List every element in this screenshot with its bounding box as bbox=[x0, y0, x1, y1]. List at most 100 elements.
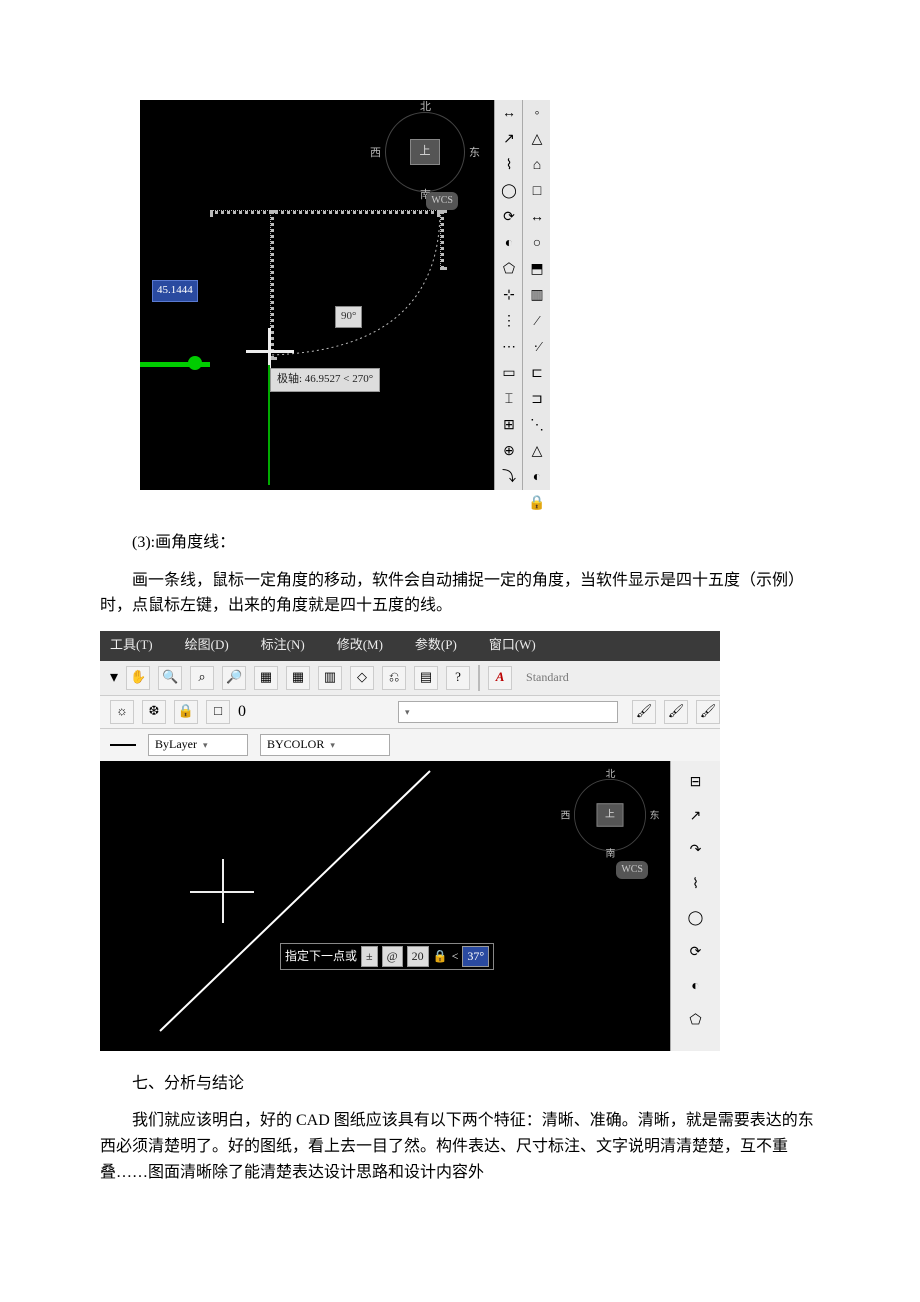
tool-icon-b3[interactable]: ⌂ bbox=[525, 154, 549, 178]
view-compass: 北 南 西 东 上 bbox=[385, 112, 465, 192]
brush1-icon[interactable]: 🖌 bbox=[632, 700, 656, 724]
menu-modify[interactable]: 修改(M) bbox=[337, 635, 383, 656]
dyn-angle[interactable]: 37° bbox=[462, 946, 489, 967]
dynamic-input[interactable]: 指定下一点或 ± @ 20 🔒 < 37° bbox=[280, 943, 494, 970]
undo-icon[interactable]: ⎌ bbox=[382, 666, 406, 690]
tool-icon-b7[interactable]: ⬒ bbox=[525, 258, 549, 282]
tool-icon-a1[interactable]: ↔ bbox=[497, 102, 521, 126]
dyn-length[interactable]: 20 bbox=[407, 946, 429, 967]
toolbar-dropdown-caret-icon[interactable]: ▾ bbox=[110, 665, 118, 691]
rtool-7[interactable]: ◐ bbox=[684, 975, 708, 999]
step-3-description: 画一条线，鼠标一定角度的移动，软件会自动捕捉一定的角度，当软件显示是四十五度（示… bbox=[100, 568, 820, 619]
dotted-arc bbox=[270, 210, 450, 360]
dyn-at-symbol: @ bbox=[382, 946, 403, 967]
dynamic-prompt: 指定下一点或 bbox=[285, 947, 357, 966]
rtool-2[interactable]: ↗ bbox=[684, 805, 708, 829]
polar-readout: 极轴: 46.9527 < 270° bbox=[270, 368, 380, 392]
chevron-down-icon: ▾ bbox=[405, 705, 410, 719]
zoom-window-icon[interactable]: ⌕ bbox=[190, 666, 214, 690]
bylayer-value: ByLayer bbox=[155, 735, 197, 754]
drawing-canvas[interactable]: 北 南 西 东 上 WCS 指定下一点或 ± @ 20 🔒 < 37° bbox=[100, 761, 670, 1051]
tool-icon-b5[interactable]: ↔ bbox=[525, 206, 549, 230]
bylayer-dropdown[interactable]: ByLayer ▾ bbox=[148, 734, 248, 756]
tool-icon-b9[interactable]: ⁄ bbox=[525, 310, 549, 334]
tool-icon-b12[interactable]: ⊐ bbox=[525, 388, 549, 412]
tool-icon-a2[interactable]: ↗ bbox=[497, 128, 521, 152]
toolbar-col-2: ◦ △ ⌂ □ ↔ ○ ⬒ ▥ ⁄ ·⁄ ⊏ ⊐ ⋱ △ ◐ 🔒 bbox=[522, 100, 550, 490]
tool-icon-a14[interactable]: ⊕ bbox=[497, 440, 521, 464]
step-3-label: (3):画角度线： bbox=[100, 530, 820, 556]
rtool-3[interactable]: ↷ bbox=[684, 839, 708, 863]
diamond-icon[interactable]: ◇ bbox=[350, 666, 374, 690]
grid-icon[interactable]: ▦ bbox=[254, 666, 278, 690]
tool-icon-b15[interactable]: ◐ bbox=[525, 466, 549, 490]
wcs-label: WCS bbox=[426, 192, 458, 210]
tool-icon-a12[interactable]: ⌶ bbox=[497, 388, 521, 412]
dyn-icon1: ± bbox=[361, 946, 378, 967]
chevron-down-icon: ▾ bbox=[330, 738, 335, 752]
rtool-6[interactable]: ⟳ bbox=[684, 941, 708, 965]
layer-dropdown[interactable]: ▾ bbox=[398, 701, 618, 723]
dimension-value[interactable]: 45.1444 bbox=[152, 280, 198, 302]
tool-icon-a4[interactable]: ◯ bbox=[497, 180, 521, 204]
tool-icon-b1[interactable]: ◦ bbox=[525, 102, 549, 126]
layer-freeze-icon[interactable]: ❆ bbox=[142, 700, 166, 724]
compass-west: 西 bbox=[370, 145, 381, 163]
tool-icon-a15[interactable]: ⤵ bbox=[497, 466, 521, 490]
grid2-icon[interactable]: ▦ bbox=[286, 666, 310, 690]
brush3-icon[interactable]: 🖌 bbox=[696, 700, 720, 724]
tool-icon-a3[interactable]: ⌇ bbox=[497, 154, 521, 178]
layer-color-icon[interactable]: □ bbox=[206, 700, 230, 724]
tool-icon-a7[interactable]: ⬠ bbox=[497, 258, 521, 282]
tool-icon-a8[interactable]: ⊹ bbox=[497, 284, 521, 308]
compass-top-button[interactable]: 上 bbox=[410, 139, 440, 165]
tool-icon-a9[interactable]: ⋮ bbox=[497, 310, 521, 334]
brush2-icon[interactable]: 🖌 bbox=[664, 700, 688, 724]
layer-sun-icon[interactable]: ☼ bbox=[110, 700, 134, 724]
table-icon[interactable]: ▤ bbox=[414, 666, 438, 690]
tool-icon-b6[interactable]: ○ bbox=[525, 232, 549, 256]
rtool-1[interactable]: ⊟ bbox=[684, 771, 708, 795]
zoom-out-icon[interactable]: 🔎 bbox=[222, 666, 246, 690]
lock-icon: 🔒 bbox=[433, 947, 448, 966]
tool-icon-b8[interactable]: ▥ bbox=[525, 284, 549, 308]
tool-icon-a5[interactable]: ⟳ bbox=[497, 206, 521, 230]
menu-param[interactable]: 参数(P) bbox=[415, 635, 457, 656]
tool-icon-b11[interactable]: ⊏ bbox=[525, 362, 549, 386]
tool-icon-b4[interactable]: □ bbox=[525, 180, 549, 204]
tool-icon-b10[interactable]: ·⁄ bbox=[525, 336, 549, 360]
crosshair-h-2 bbox=[190, 891, 254, 893]
pan-icon[interactable]: ✋ bbox=[126, 666, 150, 690]
tool-icon-b14[interactable]: △ bbox=[525, 440, 549, 464]
tool-icon-a11[interactable]: ▭ bbox=[497, 362, 521, 386]
tool-icon-a6[interactable]: ◐ bbox=[497, 232, 521, 256]
rtool-8[interactable]: ⬠ bbox=[684, 1009, 708, 1033]
tool-icon-b13[interactable]: ⋱ bbox=[525, 414, 549, 438]
grid3-icon[interactable]: ▥ bbox=[318, 666, 342, 690]
cad-figure-2: 工具(T) 绘图(D) 标注(N) 修改(M) 参数(P) 窗口(W) ▾ ✋ … bbox=[100, 631, 720, 1051]
tool-icon-a10[interactable]: ⋯ bbox=[497, 336, 521, 360]
tool-icon-a13[interactable]: ⊞ bbox=[497, 414, 521, 438]
text-style-a-icon[interactable]: A bbox=[488, 666, 512, 690]
menu-window[interactable]: 窗口(W) bbox=[489, 635, 536, 656]
conclusion-para: 我们就应该明白，好的 CAD 图纸应该具有以下两个特征：清晰、准确。清晰，就是需… bbox=[100, 1108, 820, 1185]
layer-lock-icon[interactable]: 🔒 bbox=[174, 700, 198, 724]
property-toolbar: ByLayer ▾ BYCOLOR ▾ bbox=[100, 729, 720, 761]
menu-tools[interactable]: 工具(T) bbox=[110, 635, 153, 656]
cad-figure-1: 北 南 西 东 上 WCS 45.1444 90° 极轴: 46.9527 < … bbox=[140, 100, 550, 490]
menu-dim[interactable]: 标注(N) bbox=[261, 635, 305, 656]
bycolor-dropdown[interactable]: BYCOLOR ▾ bbox=[260, 734, 390, 756]
toolbar-col-1: ↔ ↗ ⌇ ◯ ⟳ ◐ ⬠ ⊹ ⋮ ⋯ ▭ ⌶ ⊞ ⊕ ⤵ bbox=[494, 100, 522, 490]
rtool-5[interactable]: ◯ bbox=[684, 907, 708, 931]
tool-icon-b2[interactable]: △ bbox=[525, 128, 549, 152]
tool-icon-b16[interactable]: 🔒 bbox=[525, 492, 549, 516]
icon-toolbar: ▾ ✋ 🔍 ⌕ 🔎 ▦ ▦ ▥ ◇ ⎌ ▤ ? A Standard bbox=[100, 661, 720, 695]
help-icon[interactable]: ? bbox=[446, 666, 470, 690]
menu-draw[interactable]: 绘图(D) bbox=[185, 635, 229, 656]
bycolor-value: BYCOLOR bbox=[267, 735, 324, 754]
rtool-4[interactable]: ⌇ bbox=[684, 873, 708, 897]
diag-line bbox=[100, 761, 670, 1051]
compass-north: 北 bbox=[420, 99, 431, 117]
compass-east: 东 bbox=[469, 145, 480, 163]
zoom-in-icon[interactable]: 🔍 bbox=[158, 666, 182, 690]
